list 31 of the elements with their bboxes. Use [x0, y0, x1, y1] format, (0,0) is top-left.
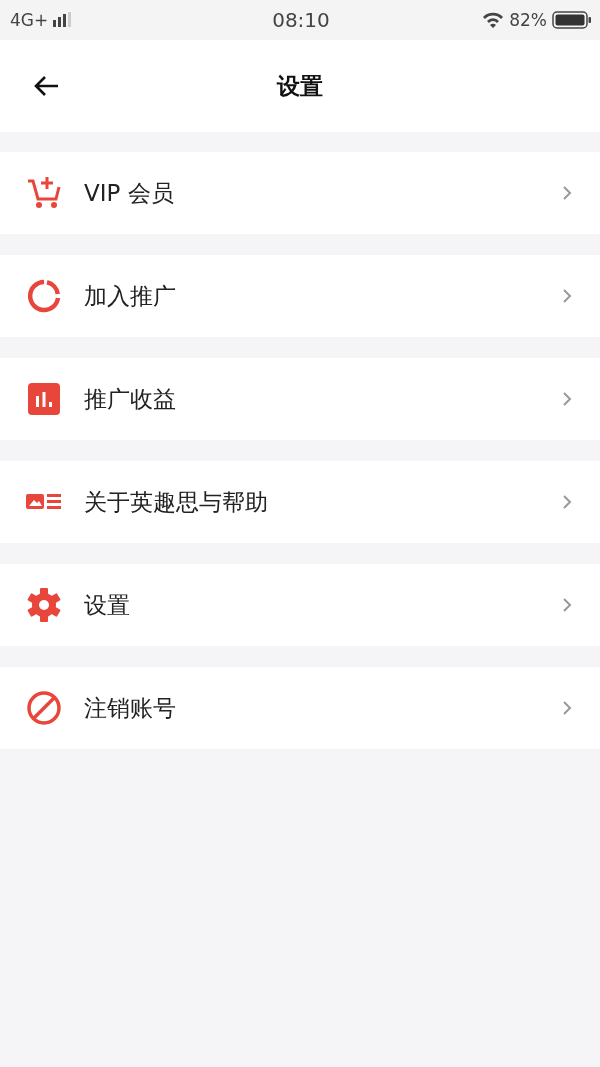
prohibited-icon	[26, 690, 62, 726]
menu-item[interactable]: 关于英趣思与帮助	[0, 461, 600, 543]
cart-plus-icon	[26, 175, 62, 211]
chevron-right-icon	[562, 597, 572, 613]
menu-item[interactable]: 加入推广	[0, 255, 600, 337]
chevron-right-icon	[562, 391, 572, 407]
menu-label: 关于英趣思与帮助	[84, 487, 269, 517]
ring-icon	[26, 278, 62, 314]
menu-item[interactable]: VIP 会员	[0, 152, 600, 234]
menu-item[interactable]: 设置	[0, 564, 600, 646]
menu-label: 注销账号	[84, 693, 177, 723]
bar-chart-icon	[26, 381, 62, 417]
menu-label: 推广收益	[84, 384, 177, 414]
menu-item[interactable]: 注销账号	[0, 667, 600, 749]
wifi-icon	[482, 12, 505, 28]
signal-icon	[53, 12, 74, 28]
back-arrow-icon[interactable]	[32, 74, 60, 98]
clock-time: 08:10	[272, 8, 330, 32]
chevron-right-icon	[562, 185, 572, 201]
battery-percent: 82%	[509, 10, 547, 30]
battery-icon	[552, 11, 592, 29]
chevron-right-icon	[562, 494, 572, 510]
menu-label: 加入推广	[84, 281, 177, 311]
menu-label: 设置	[84, 590, 131, 620]
menu-label: VIP 会员	[84, 178, 175, 208]
menu-item[interactable]: 推广收益	[0, 358, 600, 440]
chevron-right-icon	[562, 288, 572, 304]
network-label: 4G+	[10, 10, 49, 30]
page-title: 设置	[277, 71, 323, 101]
chevron-right-icon	[562, 700, 572, 716]
settings-icon	[26, 587, 62, 623]
